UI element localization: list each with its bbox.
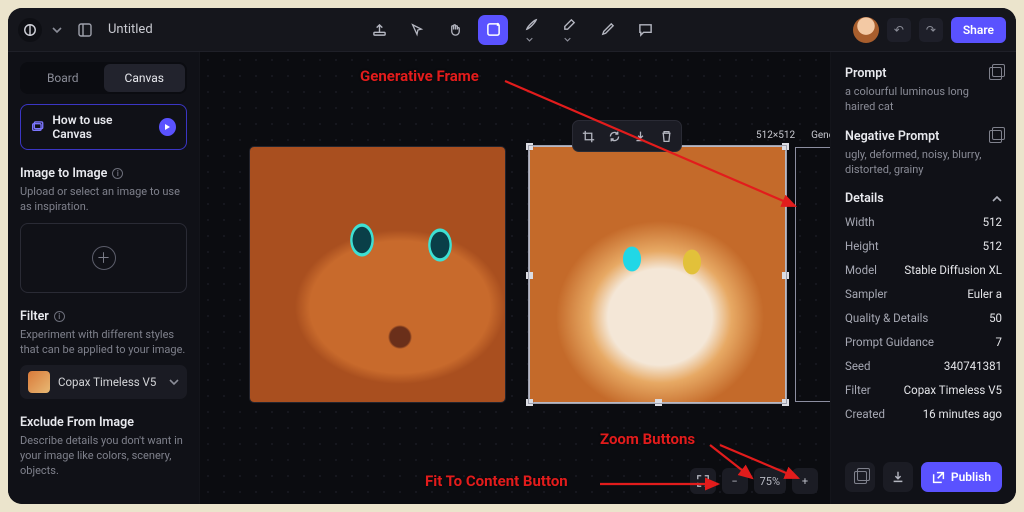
filter-select[interactable]: Copax Timeless V5 bbox=[20, 365, 187, 399]
left-tabs: Board Canvas bbox=[20, 62, 187, 94]
frame-labels: 512×512Generati bbox=[756, 130, 830, 141]
fit-to-content-button[interactable] bbox=[690, 468, 716, 494]
download-button[interactable] bbox=[883, 462, 913, 492]
cursor-icon[interactable] bbox=[402, 15, 432, 45]
resize-handle[interactable] bbox=[782, 399, 789, 406]
filter-value: Copax Timeless V5 bbox=[58, 375, 156, 389]
document-title[interactable]: Untitled bbox=[108, 22, 153, 37]
resize-handle[interactable] bbox=[782, 272, 789, 279]
filter-thumbnail bbox=[28, 371, 50, 393]
exclude-heading: Exclude From Image bbox=[20, 415, 187, 430]
negative-prompt-value: ugly, deformed, noisy, blurry, distorted… bbox=[845, 148, 1002, 178]
resize-handle[interactable] bbox=[526, 143, 533, 150]
refresh-icon[interactable] bbox=[602, 124, 626, 148]
right-panel: Prompt a colourful luminous long haired … bbox=[830, 52, 1016, 504]
tab-board[interactable]: Board bbox=[22, 64, 104, 92]
center-toolbar bbox=[364, 15, 660, 45]
copy-button[interactable] bbox=[845, 462, 875, 492]
selection-toolbar bbox=[572, 120, 682, 152]
comment-icon[interactable] bbox=[630, 15, 660, 45]
how-to-use-button[interactable]: How to use Canvas bbox=[20, 104, 187, 150]
redo-button[interactable]: ↷ bbox=[919, 18, 943, 42]
eraser-icon[interactable] bbox=[554, 15, 584, 45]
detail-sampler: SamplerEuler a bbox=[845, 282, 1002, 306]
copy-icon[interactable] bbox=[989, 67, 1002, 80]
filter-heading: Filteri bbox=[20, 309, 187, 324]
exclude-sub: Describe details you don't want in your … bbox=[20, 434, 187, 479]
app-logo[interactable] bbox=[18, 18, 42, 42]
annotation-fit-button: Fit To Content Button bbox=[425, 472, 568, 490]
top-bar: Untitled ↶ ↷ Share bbox=[8, 8, 1016, 52]
chevron-down-icon bbox=[169, 377, 179, 387]
share-button[interactable]: Share bbox=[951, 17, 1006, 43]
app-menu-chevron[interactable] bbox=[52, 25, 62, 35]
resize-handle[interactable] bbox=[782, 143, 789, 150]
undo-button[interactable]: ↶ bbox=[887, 18, 911, 42]
canvas-area[interactable]: 512×512Generati − 75% + Generative Frame… bbox=[200, 52, 830, 504]
how-to-label: How to use Canvas bbox=[52, 113, 150, 141]
board-grid-icon[interactable] bbox=[72, 17, 98, 43]
delete-icon[interactable] bbox=[654, 124, 678, 148]
image-upload-dropzone[interactable]: ＋ bbox=[20, 223, 187, 293]
resize-handle[interactable] bbox=[526, 272, 533, 279]
zoom-controls: − 75% + bbox=[690, 468, 818, 494]
chevron-up-icon bbox=[992, 194, 1002, 204]
zoom-in-button[interactable]: + bbox=[792, 468, 818, 494]
external-link-icon bbox=[932, 471, 945, 484]
user-avatar[interactable] bbox=[853, 17, 879, 43]
generative-frame-outline[interactable] bbox=[795, 147, 830, 402]
info-icon[interactable]: i bbox=[112, 168, 123, 179]
annotation-zoom-buttons: Zoom Buttons bbox=[600, 430, 695, 448]
tab-canvas[interactable]: Canvas bbox=[104, 64, 186, 92]
detail-filter: FilterCopax Timeless V5 bbox=[845, 378, 1002, 402]
canvas-image-b-selected[interactable] bbox=[530, 147, 785, 402]
detail-width: Width512 bbox=[845, 210, 1002, 234]
play-icon bbox=[159, 118, 176, 136]
generative-frame-icon[interactable] bbox=[478, 15, 508, 45]
left-panel: Board Canvas How to use Canvas Image to … bbox=[8, 52, 200, 504]
annotation-generative-frame: Generative Frame bbox=[360, 67, 479, 85]
copy-icon[interactable] bbox=[989, 130, 1002, 143]
hand-icon[interactable] bbox=[440, 15, 470, 45]
details-heading[interactable]: Details bbox=[845, 191, 1002, 206]
crop-icon[interactable] bbox=[576, 124, 600, 148]
plus-icon: ＋ bbox=[92, 246, 116, 270]
zoom-out-button[interactable]: − bbox=[722, 468, 748, 494]
publish-button[interactable]: Publish bbox=[921, 462, 1002, 492]
detail-model: ModelStable Diffusion XL bbox=[845, 258, 1002, 282]
layers-icon bbox=[31, 120, 44, 134]
canvas-image-a[interactable] bbox=[250, 147, 505, 402]
prompt-heading: Prompt bbox=[845, 66, 1002, 81]
resize-handle[interactable] bbox=[655, 399, 662, 406]
info-icon[interactable]: i bbox=[54, 311, 65, 322]
zoom-level[interactable]: 75% bbox=[754, 468, 786, 494]
detail-quality: Quality & Details50 bbox=[845, 306, 1002, 330]
brush-icon[interactable] bbox=[516, 15, 546, 45]
detail-created: Created16 minutes ago bbox=[845, 402, 1002, 426]
negative-prompt-heading: Negative Prompt bbox=[845, 129, 1002, 144]
detail-height: Height512 bbox=[845, 234, 1002, 258]
download-icon[interactable] bbox=[628, 124, 652, 148]
detail-guidance: Prompt Guidance7 bbox=[845, 330, 1002, 354]
detail-seed: Seed340741381 bbox=[845, 354, 1002, 378]
prompt-value: a colourful luminous long haired cat bbox=[845, 85, 1002, 115]
resize-handle[interactable] bbox=[526, 399, 533, 406]
image-to-image-heading: Image to Imagei bbox=[20, 166, 187, 181]
image-to-image-sub: Upload or select an image to use as insp… bbox=[20, 185, 187, 215]
export-icon[interactable] bbox=[364, 15, 394, 45]
filter-sub: Experiment with different styles that ca… bbox=[20, 328, 187, 358]
eyedropper-icon[interactable] bbox=[592, 15, 622, 45]
